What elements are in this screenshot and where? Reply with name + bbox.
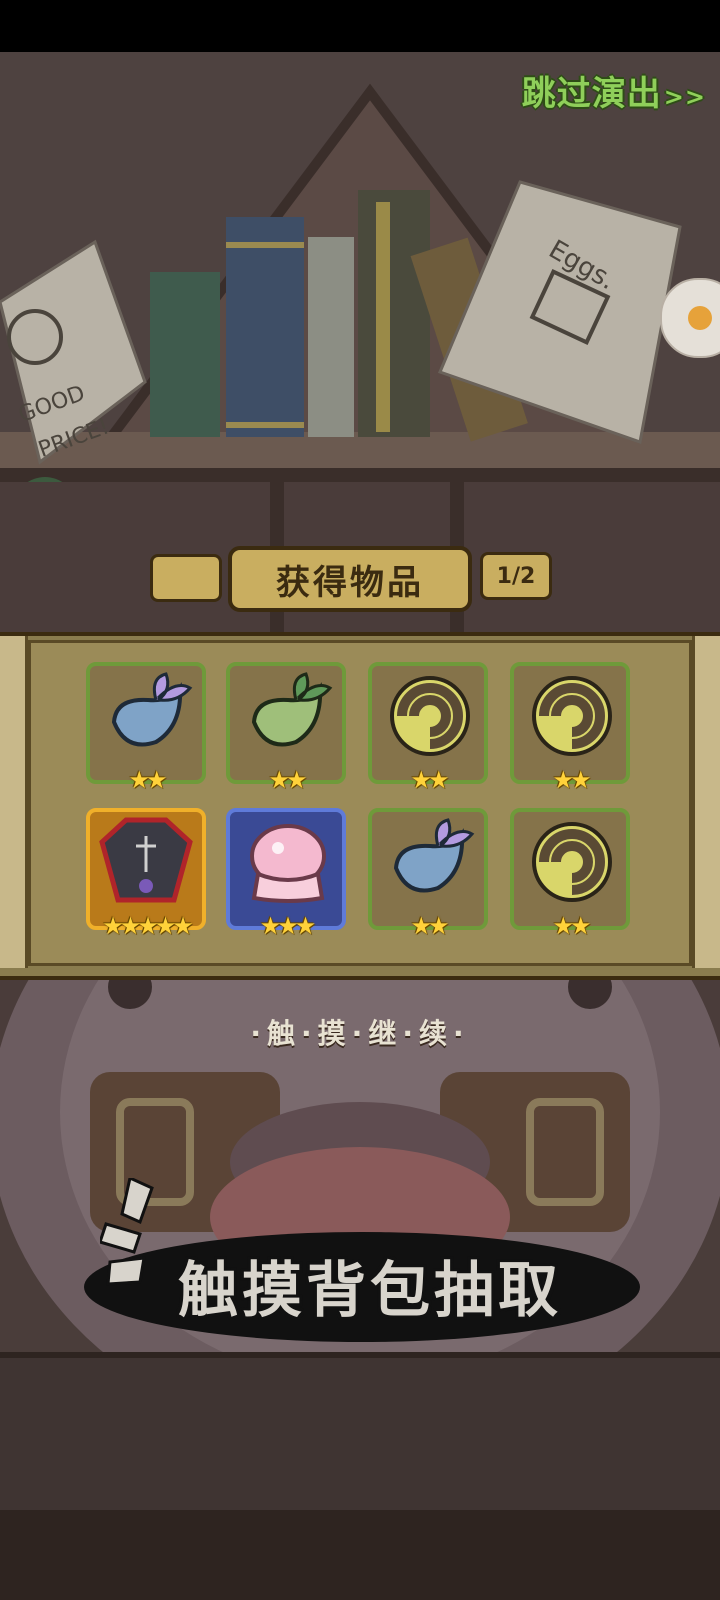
- seed-icon: [393, 818, 475, 893]
- touch-to-continue-hint[interactable]: ·触·摸·继·续·: [0, 1012, 720, 1052]
- star-rating: ★★: [410, 912, 449, 940]
- page-indicator: 1/2: [480, 552, 552, 600]
- pink-jelly-icon: [250, 824, 326, 903]
- coffin-icon: [99, 817, 193, 903]
- star-rating: ★★★: [259, 912, 317, 940]
- title-bar-left-plate: [150, 554, 222, 602]
- reward-item-1[interactable]: ★★: [86, 662, 206, 794]
- touch-backpack-draw-button[interactable]: 触摸背包抽取: [110, 1242, 630, 1329]
- floor-band: [0, 1510, 720, 1600]
- panel-edge-right: [692, 636, 720, 968]
- star-rating: ★★: [552, 766, 591, 794]
- rewards-title-bar: 获得物品 1/2: [150, 546, 552, 612]
- snail-shell-icon: [532, 676, 612, 756]
- reward-item-5[interactable]: ★★★★★: [86, 808, 206, 940]
- star-rating: ★★★★★: [102, 912, 194, 940]
- star-rating: ★★: [410, 766, 449, 794]
- star-rating: ★★: [268, 766, 307, 794]
- reward-item-3[interactable]: ★★: [368, 662, 488, 794]
- panel-edge-left: [0, 636, 28, 968]
- snail-shell-icon: [390, 676, 470, 756]
- seed-icon: [111, 672, 193, 747]
- skip-label: 跳过演出: [521, 74, 662, 114]
- status-bar-area: [0, 0, 720, 52]
- rewards-title: 获得物品: [228, 546, 472, 612]
- reward-item-7[interactable]: ★★: [368, 808, 488, 940]
- skip-animation-button[interactable]: 跳过演出>>: [522, 66, 706, 115]
- reward-item-2[interactable]: ★★: [226, 662, 346, 794]
- star-rating: ★★: [552, 912, 591, 940]
- reward-item-4[interactable]: ★★: [510, 662, 630, 794]
- coin-icon: [688, 306, 712, 330]
- reward-item-8[interactable]: ★★: [510, 808, 630, 940]
- star-rating: ★★: [128, 766, 167, 794]
- double-chevron-right-icon: >>: [663, 83, 706, 111]
- seed-icon: [251, 672, 333, 747]
- reward-item-6[interactable]: ★★★: [226, 808, 346, 940]
- snail-shell-icon: [532, 822, 612, 902]
